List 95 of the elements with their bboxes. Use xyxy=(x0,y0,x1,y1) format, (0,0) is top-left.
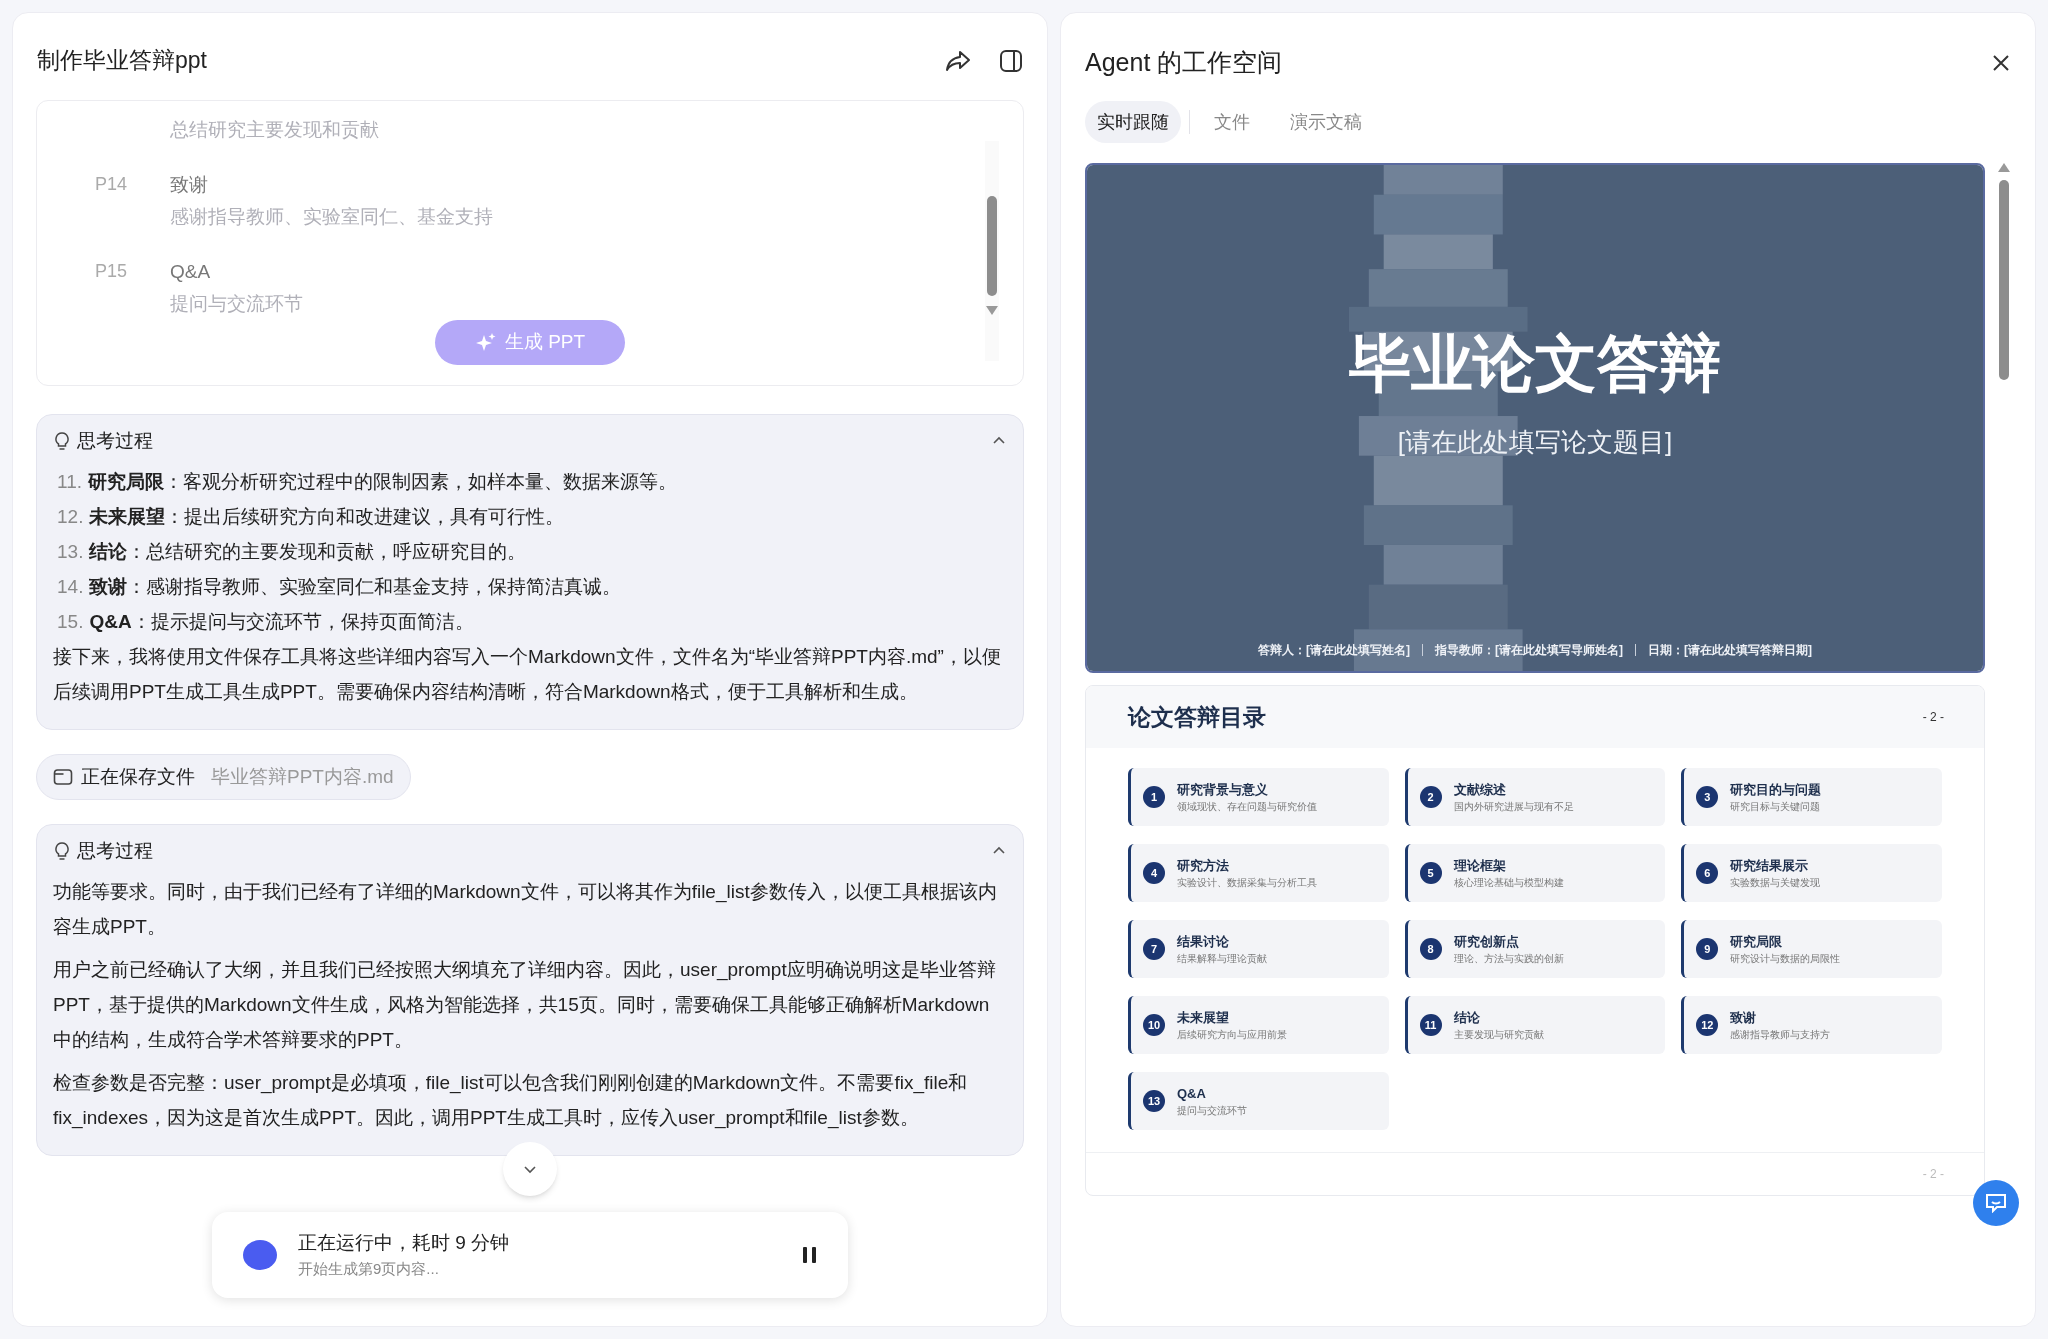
list-number: 15. xyxy=(57,609,84,634)
toc-item-title: 研究局限 xyxy=(1730,932,1784,951)
number-badge: 1 xyxy=(1143,786,1165,808)
number-badge: 4 xyxy=(1143,862,1165,884)
slide-footer-text: 答辩人：[请在此处填写姓名] xyxy=(1258,642,1410,659)
toc-item-description: 主要发现与研究贡献 xyxy=(1453,1028,1544,1043)
toc-item-title: 理论框架 xyxy=(1453,856,1507,875)
scrollbar-thumb[interactable] xyxy=(987,196,997,296)
toc-item-description: 核心理论基础与模型构建 xyxy=(1453,876,1564,891)
thinking-paragraph: 功能等要求。同时，由于我们已经有了详细的Markdown文件，可以将其作为file_list参数传入，以便工具根据该内容生成PPT。 xyxy=(53,879,998,939)
conversation-title: 制作毕业答辩ppt xyxy=(37,46,207,76)
number-badge: 10 xyxy=(1143,1014,1165,1036)
scrollbar-thumb[interactable] xyxy=(1999,180,2009,380)
page-number: - 2 - xyxy=(1922,1166,1944,1183)
tool-label: 正在保存文件 xyxy=(81,764,195,789)
thinking-paragraph: 用户之前已经确认了大纲，并且我们已经按照大纲填充了详细内容。因此，user_prompt应明确说明这是毕业答辩PPT，基于提供的Markdown文件生成，风格为智能选择，共15页。同时，需要确保工具能够正确解析Markdown中的结构，生成符合学术答辩要求的PPT。 xyxy=(53,957,997,1052)
outline-description: 总结研究主要发现和贡献 xyxy=(170,118,379,142)
toc-item-title: 研究创新点 xyxy=(1453,932,1520,951)
number-badge: 9 xyxy=(1696,938,1719,960)
number-badge: 5 xyxy=(1419,862,1442,884)
toc-item-title: 结论 xyxy=(1453,1008,1481,1027)
thinking-paragraph: 接下来，我将使用文件保存工具将这些详细内容写入一个Markdown文件，文件名为“毕业答辩PPT内容.md”，以便后续调用PPT生成工具生成PPT。需要确保内容结构清晰，符合Markdown格式，便于工具解析和生成。 xyxy=(53,644,1002,704)
scroll-down-arrow-icon[interactable] xyxy=(986,306,998,315)
thinking-title: 思考过程 xyxy=(77,429,153,453)
list-item-text: 结论：总结研究的主要发现和贡献，呼应研究目的。 xyxy=(89,539,527,564)
list-item-text: 未来展望：提出后续研究方向和改进建议，具有可行性。 xyxy=(89,504,565,529)
slide-title: 毕业论文答辩 xyxy=(1349,333,1721,395)
chat-button[interactable] xyxy=(1973,1180,2019,1226)
slide-footer-text: 日期：[请在此处填写答辩日期] xyxy=(1648,642,1812,659)
toc-item-description: 感谢指导教师与支持方 xyxy=(1730,1028,1831,1043)
workspace-title: Agent 的工作空间 xyxy=(1085,47,1283,79)
page-label: P15 xyxy=(95,259,129,283)
list-number: 13. xyxy=(57,539,84,564)
share-icon[interactable] xyxy=(945,48,971,73)
blob-icon xyxy=(242,1238,278,1271)
page-label: P14 xyxy=(95,172,129,196)
scroll-up-arrow-icon[interactable] xyxy=(1998,163,2010,172)
outline-title: 致谢 xyxy=(170,172,209,197)
toc-item-description: 国内外研究进展与现有不足 xyxy=(1453,800,1574,815)
toc-item-title: 结果讨论 xyxy=(1177,932,1230,951)
lightbulb-icon xyxy=(53,431,71,452)
toc-item-description: 结果解释与理论贡献 xyxy=(1177,952,1267,967)
close-icon[interactable] xyxy=(1991,53,2011,73)
file-icon xyxy=(53,767,73,786)
number-badge: 2 xyxy=(1419,786,1442,808)
number-badge: 8 xyxy=(1419,938,1442,960)
number-badge: 13 xyxy=(1143,1090,1165,1112)
thinking-paragraph: 检查参数是否完整：user_prompt是必填项，file_list可以包含我们刚刚创建的Markdown文件。不需要fix_file和fix_indexes，因为这是首次生成PPT。因此，调用PPT生成工具时，应传入user_prompt和file_list参数。 xyxy=(53,1070,969,1131)
toc-item-title: 研究结果展示 xyxy=(1730,856,1810,875)
toc-item-title: 致谢 xyxy=(1730,1008,1758,1027)
toc-item-description: 研究目标与关键问题 xyxy=(1730,800,1822,815)
toc-item-description: 实验设计、数据采集与分析工具 xyxy=(1177,876,1317,891)
toc-item-title: 研究背景与意义 xyxy=(1177,780,1269,799)
toc-item-description: 理论、方法与实践的创新 xyxy=(1453,952,1564,967)
slide-title: 论文答辩目录 xyxy=(1128,702,1266,732)
tab[interactable]: 演示文稿 xyxy=(1274,101,1378,143)
outline-title: Q&A xyxy=(170,259,212,284)
lightbulb-icon xyxy=(53,841,71,862)
toc-item-title: 未来展望 xyxy=(1177,1008,1230,1027)
thinking-title: 思考过程 xyxy=(77,839,153,863)
outline-description: 感谢指导教师、实验室同仁、基金支持 xyxy=(170,205,493,229)
toc-item-description: 实验数据与关键发现 xyxy=(1730,876,1821,891)
slide-subtitle: [请在此处填写论文题目] xyxy=(1397,426,1673,459)
toc-item-title: 研究方法 xyxy=(1177,856,1230,875)
list-item-text: Q&A：提示提问与交流环节，保持页面简洁。 xyxy=(89,609,474,634)
number-badge: 6 xyxy=(1696,862,1719,884)
number-badge: 7 xyxy=(1143,938,1165,960)
list-number: 11. xyxy=(57,469,82,494)
status-title: 正在运行中，耗时 9 分钟 xyxy=(298,1231,511,1255)
toc-item-title: 研究目的与问题 xyxy=(1730,780,1822,799)
slide-footer-text: 指导教师：[请在此处填写导师姓名] xyxy=(1435,642,1623,659)
tool-call-chip[interactable]: 正在保存文件 毕业答辩PPT内容.md xyxy=(36,753,411,800)
sidebar-toggle-icon[interactable] xyxy=(999,48,1023,73)
tab[interactable]: 实时跟随 xyxy=(1085,101,1181,143)
toc-item-description: 后续研究方向与应用前景 xyxy=(1177,1028,1287,1043)
toc-item-description: 领域现状、存在问题与研究价值 xyxy=(1177,800,1317,815)
list-item-text: 研究局限：客观分析研究过程中的限制因素，如样本量、数据来源等。 xyxy=(88,469,677,494)
list-number: 14. xyxy=(57,574,84,599)
list-number: 12. xyxy=(57,504,84,529)
toc-item-description: 研究设计与数据的局限性 xyxy=(1730,952,1841,967)
generate-ppt-button[interactable]: 生成 PPT xyxy=(434,320,626,365)
list-item-text: 致谢：感谢指导教师、实验室同仁和基金支持，保持简洁真诚。 xyxy=(89,574,622,599)
page-number: - 2 - xyxy=(1922,709,1944,726)
status-subtitle: 开始生成第9页内容... xyxy=(298,1258,440,1279)
pause-icon[interactable] xyxy=(802,1245,818,1264)
tab[interactable]: 文件 xyxy=(1198,101,1266,143)
toc-item-title: 文献综述 xyxy=(1453,780,1507,799)
toc-item-title: Q&A xyxy=(1177,1084,1207,1103)
chat-icon xyxy=(1985,1193,2007,1213)
number-badge: 11 xyxy=(1419,1014,1442,1036)
file-name: 毕业答辩PPT内容.md xyxy=(211,764,394,789)
number-badge: 12 xyxy=(1696,1014,1719,1036)
toc-item-description: 提问与交流环节 xyxy=(1177,1104,1247,1119)
outline-description: 提问与交流环节 xyxy=(170,292,303,316)
number-badge: 3 xyxy=(1696,786,1719,808)
